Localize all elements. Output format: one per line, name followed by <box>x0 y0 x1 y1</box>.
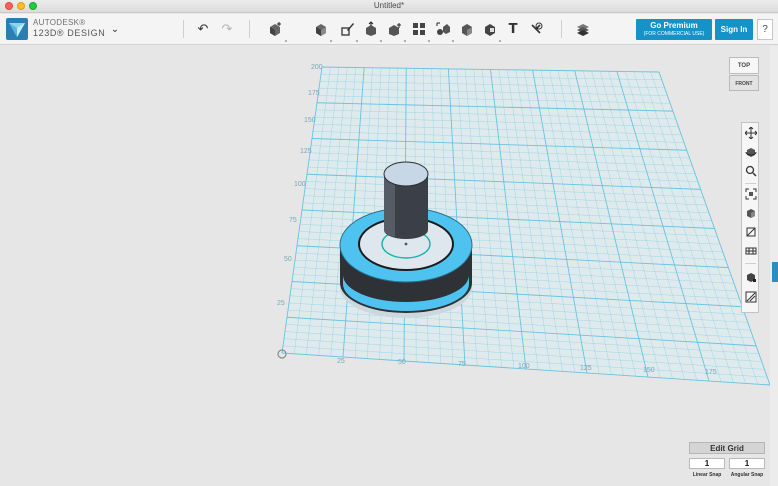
go-premium-label: Go Premium <box>650 21 698 30</box>
cube-icon <box>316 24 326 36</box>
redo-button[interactable]: ↷ <box>218 20 236 38</box>
cylinder-top <box>383 161 429 187</box>
pattern-button[interactable] <box>410 20 428 38</box>
dropdown-indicator <box>380 40 382 42</box>
snap-toggle-button[interactable] <box>743 289 758 305</box>
window-title: Untitled* <box>373 1 405 10</box>
grouping-button[interactable] <box>434 20 452 38</box>
dropdown-indicator <box>452 40 454 42</box>
dropdown-indicator <box>499 40 501 42</box>
pencil-shape-icon <box>341 23 354 36</box>
linear-snap-label: Linear Snap <box>692 472 722 478</box>
toolbar-divider <box>249 20 250 38</box>
box-plus-icon <box>270 22 281 36</box>
x-tick-label: 100 <box>518 363 530 370</box>
perspective-button[interactable] <box>743 205 758 221</box>
snap-button[interactable] <box>527 20 545 38</box>
dropdown-indicator <box>285 40 287 42</box>
combine-button[interactable] <box>458 20 476 38</box>
fit-icon <box>745 188 756 200</box>
x-tick-label: 50 <box>398 359 406 366</box>
magnifier-icon <box>745 165 757 177</box>
app-menu-chevron-icon[interactable]: ⌄ <box>108 23 122 37</box>
measure-button[interactable] <box>481 20 499 38</box>
wireframe-icon <box>746 227 755 237</box>
y-tick-label: 150 <box>304 117 316 124</box>
extrude-icon <box>366 21 376 36</box>
show-solids-icon <box>746 273 756 282</box>
navbar-divider <box>745 263 756 264</box>
orbit-icon <box>745 148 756 157</box>
dropdown-indicator <box>330 40 332 42</box>
y-tick-label: 100 <box>294 181 306 188</box>
y-tick-label: 125 <box>300 148 312 155</box>
primitives-button[interactable] <box>312 20 330 38</box>
modify-button[interactable] <box>386 20 404 38</box>
x-tick-label: 125 <box>580 365 592 372</box>
x-tick-label: 150 <box>643 367 655 374</box>
go-premium-button[interactable]: Go Premium (FOR COMMERCIAL USE) <box>636 19 712 40</box>
help-button[interactable]: ? <box>757 19 773 40</box>
linear-snap-field[interactable]: 1 <box>689 458 725 469</box>
sketch-button[interactable] <box>338 20 356 38</box>
group-icon <box>436 22 450 35</box>
orbit-button[interactable] <box>743 144 758 160</box>
x-tick-label: 75 <box>458 361 466 368</box>
y-tick-label: 200 <box>311 64 323 71</box>
fit-button[interactable] <box>743 186 758 202</box>
angular-snap-field[interactable]: 1 <box>729 458 765 469</box>
dropdown-indicator <box>428 40 430 42</box>
y-tick-label: 75 <box>289 217 297 224</box>
materials-display-icon <box>745 247 756 255</box>
pattern-icon <box>413 23 425 35</box>
construct-button[interactable] <box>362 20 380 38</box>
toolbar-divider <box>183 20 184 38</box>
perspective-cube-icon <box>746 209 755 218</box>
snap-icon <box>531 22 543 34</box>
material-icon <box>577 24 589 36</box>
app-brand: AUTODESK® 123D® DESIGN <box>33 18 105 38</box>
slash-icon <box>745 291 756 303</box>
scene-canvas[interactable]: 200 175 150 125 100 75 50 25 25 50 75 10… <box>0 46 778 486</box>
3d-viewport[interactable]: 200 175 150 125 100 75 50 25 25 50 75 10… <box>0 46 778 486</box>
add-primitive-button[interactable] <box>266 20 284 38</box>
app-logo-icon <box>6 18 28 40</box>
x-tick-label: 175 <box>705 369 717 376</box>
display-mode-button[interactable] <box>743 243 758 259</box>
angular-snap-label: Angular Snap <box>730 472 764 478</box>
brand-company: AUTODESK® <box>33 18 86 27</box>
view-cube-top[interactable]: TOP <box>729 57 759 74</box>
main-toolbar: AUTODESK® 123D® DESIGN ⌄ ↶ ↷ T Go Premiu… <box>0 14 778 45</box>
y-tick-label: 175 <box>308 90 320 97</box>
y-tick-label: 25 <box>277 300 285 307</box>
visibility-button[interactable] <box>743 224 758 240</box>
pan-button[interactable] <box>743 125 758 141</box>
undo-button[interactable]: ↶ <box>194 20 212 38</box>
zoom-button[interactable] <box>743 163 758 179</box>
combine-cube-icon <box>462 24 472 36</box>
view-cube[interactable]: TOP FRONT <box>729 57 761 93</box>
snap-cube-icon <box>485 24 495 36</box>
window-titlebar: Untitled* <box>0 0 778 13</box>
material-button[interactable] <box>574 20 592 38</box>
go-premium-sublabel: (FOR COMMERCIAL USE) <box>643 31 705 37</box>
text-tool-button[interactable]: T <box>504 20 522 38</box>
side-panel-tab[interactable] <box>772 262 778 282</box>
edit-grid-panel: Edit Grid 1 1 Linear Snap Angular Snap <box>689 442 765 482</box>
toolbar-divider <box>561 20 562 38</box>
edit-grid-button[interactable]: Edit Grid <box>689 442 765 454</box>
y-tick-label: 50 <box>284 256 292 263</box>
pan-icon <box>744 127 757 139</box>
view-cube-front[interactable]: FRONT <box>729 75 759 91</box>
sign-in-button[interactable]: Sign In <box>715 19 753 40</box>
brand-product: 123D® DESIGN <box>33 28 106 38</box>
dropdown-indicator <box>404 40 406 42</box>
dropdown-indicator <box>356 40 358 42</box>
modify-cube-icon <box>389 23 401 36</box>
navigation-bar <box>741 122 759 313</box>
show-hide-button[interactable] <box>743 269 758 285</box>
center-point <box>404 242 408 246</box>
navbar-divider <box>745 183 756 184</box>
x-tick-label: 25 <box>337 358 345 365</box>
